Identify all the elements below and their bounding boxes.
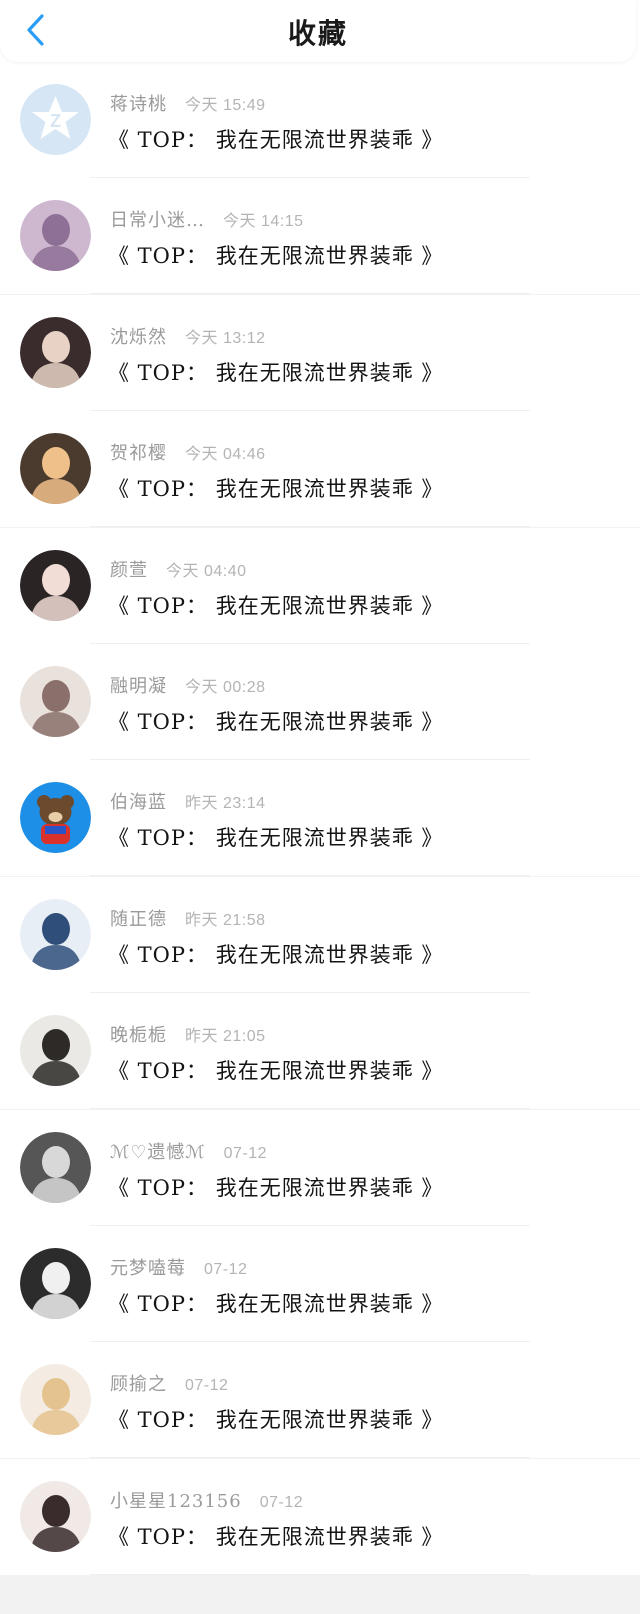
item-meta: 小星星123156 07-12 (110, 1487, 304, 1513)
avatar[interactable] (20, 316, 91, 388)
favorite-item[interactable]: 随正德 昨天 21:58 《 TOP： 我在无限流世界装乖 》 (0, 876, 640, 993)
item-meta: 顾揄之 07-12 (110, 1370, 229, 1396)
book-title[interactable]: 《 TOP： 我在无限流世界装乖 》 (108, 1172, 443, 1202)
item-meta: 融明凝 今天 00:28 (110, 672, 266, 698)
username[interactable]: 随正德 (110, 905, 167, 931)
favorites-list: Z 蒋诗桃 今天 15:49 《 TOP： 我在无限流世界装乖 》日常小迷… 今天 14… (0, 62, 640, 1614)
book-title[interactable]: 《 TOP： 我在无限流世界装乖 》 (108, 590, 443, 620)
favorite-item[interactable]: 伯海蓝 昨天 23:14 《 TOP： 我在无限流世界装乖 》 (0, 760, 640, 877)
username[interactable]: 伯海蓝 (110, 788, 167, 814)
avatar[interactable] (20, 782, 91, 854)
item-meta: 伯海蓝 昨天 23:14 (110, 788, 266, 814)
favorite-item[interactable]: 融明凝 今天 00:28 《 TOP： 我在无限流世界装乖 》 (0, 644, 640, 760)
book-title[interactable]: 《 TOP： 我在无限流世界装乖 》 (108, 473, 443, 503)
page-title: 收藏 (287, 17, 348, 50)
avatar[interactable] (20, 1364, 91, 1436)
username[interactable]: 顾揄之 (110, 1370, 167, 1396)
username[interactable]: 小星星123156 (110, 1487, 242, 1513)
timestamp: 昨天 23:14 (185, 795, 266, 813)
item-meta: 日常小迷… 今天 14:15 (110, 206, 304, 232)
top-bar: 收藏 (0, 0, 636, 62)
timestamp: 07-12 (185, 1377, 229, 1395)
timestamp: 今天 15:49 (185, 97, 266, 114)
book-title[interactable]: 《 TOP： 我在无限流世界装乖 》 (108, 1288, 443, 1318)
username[interactable]: 蒋诗桃 (110, 90, 167, 116)
timestamp: 昨天 21:05 (185, 1028, 266, 1046)
timestamp: 今天 00:28 (185, 679, 266, 696)
username[interactable]: 日常小迷… (110, 206, 205, 232)
avatar[interactable] (20, 666, 91, 737)
item-meta: 随正德 昨天 21:58 (110, 905, 266, 931)
item-meta: 晚栀栀 昨天 21:05 (110, 1021, 266, 1047)
item-meta: 蒋诗桃 今天 15:49 (110, 90, 266, 116)
book-title[interactable]: 《 TOP： 我在无限流世界装乖 》 (108, 124, 443, 154)
timestamp: 今天 04:46 (185, 446, 266, 464)
avatar[interactable] (20, 1015, 91, 1087)
favorite-item[interactable]: 贺祁樱 今天 04:46 《 TOP： 我在无限流世界装乖 》 (0, 411, 640, 528)
timestamp: 今天 14:15 (223, 213, 304, 231)
book-title[interactable]: 《 TOP： 我在无限流世界装乖 》 (108, 706, 443, 736)
book-title[interactable]: 《 TOP： 我在无限流世界装乖 》 (108, 1521, 443, 1551)
username[interactable]: 元梦嗑莓 (110, 1254, 186, 1280)
avatar[interactable] (20, 898, 91, 970)
book-title[interactable]: 《 TOP： 我在无限流世界装乖 》 (108, 1055, 443, 1085)
favorite-item[interactable]: 小星星123156 07-12 《 TOP： 我在无限流世界装乖 》 (0, 1458, 640, 1575)
avatar[interactable] (20, 549, 91, 621)
username[interactable]: 沈烁然 (110, 323, 167, 349)
book-title[interactable]: 《 TOP： 我在无限流世界装乖 》 (108, 939, 443, 969)
item-meta: ℳ♡遗憾ℳ 07-12 (110, 1138, 268, 1164)
book-title[interactable]: 《 TOP： 我在无限流世界装乖 》 (108, 822, 443, 852)
username[interactable]: 晚栀栀 (110, 1021, 167, 1047)
divider (90, 1573, 530, 1575)
favorite-item[interactable]: 顾揄之 07-12 《 TOP： 我在无限流世界装乖 》 (0, 1342, 640, 1459)
favorite-item[interactable]: 元梦嗑莓 07-12 《 TOP： 我在无限流世界装乖 》 (0, 1226, 640, 1342)
favorite-item[interactable]: 晚栀栀 昨天 21:05 《 TOP： 我在无限流世界装乖 》 (0, 993, 640, 1110)
avatar[interactable] (20, 1131, 91, 1203)
avatar[interactable] (20, 1480, 91, 1552)
item-meta: 沈烁然 今天 13:12 (110, 323, 266, 349)
book-title[interactable]: 《 TOP： 我在无限流世界装乖 》 (108, 240, 443, 270)
avatar[interactable] (20, 1248, 91, 1319)
book-title[interactable]: 《 TOP： 我在无限流世界装乖 》 (108, 1404, 443, 1434)
avatar[interactable]: Z (20, 84, 91, 155)
book-title[interactable]: 《 TOP： 我在无限流世界装乖 》 (108, 357, 443, 387)
item-meta: 贺祁樱 今天 04:46 (110, 439, 266, 465)
username[interactable]: 贺祁樱 (110, 439, 167, 465)
svg-text:Z: Z (50, 111, 61, 131)
favorite-item[interactable]: 日常小迷… 今天 14:15 《 TOP： 我在无限流世界装乖 》 (0, 178, 640, 295)
timestamp: 今天 04:40 (166, 562, 247, 580)
timestamp: 今天 13:12 (185, 329, 266, 347)
timestamp: 07-12 (223, 1144, 268, 1162)
timestamp: 07-12 (259, 1493, 304, 1511)
avatar[interactable] (20, 433, 91, 505)
username[interactable]: ℳ♡遗憾ℳ (110, 1138, 206, 1164)
favorite-item[interactable]: 颜萱 今天 04:40 《 TOP： 我在无限流世界装乖 》 (0, 527, 640, 644)
item-meta: 元梦嗑莓 07-12 (110, 1254, 248, 1280)
timestamp: 昨天 21:58 (185, 911, 266, 929)
avatar[interactable] (20, 200, 91, 272)
favorite-item[interactable]: ℳ♡遗憾ℳ 07-12 《 TOP： 我在无限流世界装乖 》 (0, 1109, 640, 1226)
favorite-item[interactable]: Z 蒋诗桃 今天 15:49 《 TOP： 我在无限流世界装乖 》 (0, 62, 640, 178)
timestamp: 07-12 (204, 1261, 248, 1278)
username[interactable]: 颜萱 (110, 556, 148, 582)
username[interactable]: 融明凝 (110, 672, 167, 698)
favorite-item[interactable]: 沈烁然 今天 13:12 《 TOP： 我在无限流世界装乖 》 (0, 294, 640, 411)
item-meta: 颜萱 今天 04:40 (110, 556, 247, 582)
